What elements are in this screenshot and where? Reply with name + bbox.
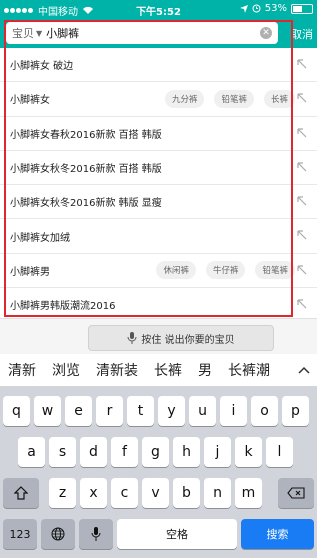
alarm-icon [252,4,261,13]
battery-icon [291,3,313,14]
key-l[interactable]: l [266,437,293,467]
shift-key[interactable] [3,478,39,508]
key-x[interactable]: x [80,478,107,508]
suggestion-text[interactable]: 小脚裤女 [0,91,165,106]
suggestion-text[interactable]: 小脚裤女春秋2016新款 百搭 韩版 [0,126,317,141]
search-bar: 宝贝 ▼ 小脚裤 ✕ 取消 [0,18,317,48]
key-u[interactable]: u [189,396,216,426]
fill-arrow-icon[interactable] [295,297,309,311]
key-q[interactable]: q [3,396,30,426]
key-n[interactable]: n [204,478,231,508]
candidate-bar: 清新 浏览 清新装 长裤 男 长裤潮 [0,354,317,387]
suggestion-tag[interactable]: 九分裤 [164,89,205,108]
key-o[interactable]: o [251,396,278,426]
fill-arrow-icon[interactable] [295,91,309,105]
suggestion-tag[interactable]: 铅笔裤 [255,261,295,280]
key-m[interactable]: m [235,478,262,508]
suggestion-list: 小脚裤女 破边 小脚裤女 九分裤 铅笔裤 长裤 小脚裤女春秋2016新款 百搭 … [0,48,317,323]
search-key[interactable]: 搜索 [241,519,314,549]
key-w[interactable]: w [34,396,61,426]
fill-arrow-icon[interactable] [295,160,309,174]
globe-key[interactable] [41,519,75,549]
fill-arrow-icon[interactable] [295,126,309,140]
key-j[interactable]: j [204,437,231,467]
suggestion-row[interactable]: 小脚裤女 破边 [0,48,317,83]
suggestion-text[interactable]: 小脚裤女加绒 [0,229,317,244]
key-r[interactable]: r [96,396,123,426]
suggestion-row[interactable]: 小脚裤女 九分裤 铅笔裤 长裤 [0,82,317,117]
suggestion-text[interactable]: 小脚裤女秋冬2016新款 百搭 韩版 [0,160,317,175]
fill-arrow-icon[interactable] [295,228,309,242]
status-bar: 中国移动 下午5:52 53% [0,0,317,18]
battery-percent: 53% [264,3,287,14]
suggestion-text[interactable]: 小脚裤男韩版潮流2016 [0,297,317,312]
fill-arrow-icon[interactable] [295,194,309,208]
fill-arrow-icon[interactable] [295,263,309,277]
shift-icon [14,486,28,500]
search-scope-selector[interactable]: 宝贝 [12,25,34,41]
suggestion-row[interactable]: 小脚裤女秋冬2016新款 韩版 显瘦 [0,185,317,220]
key-k[interactable]: k [235,437,262,467]
key-y[interactable]: y [158,396,185,426]
suggestion-text[interactable]: 小脚裤女秋冬2016新款 韩版 显瘦 [0,194,317,209]
chevron-down-icon[interactable]: ▼ [36,29,42,38]
key-t[interactable]: t [127,396,154,426]
suggestion-row[interactable]: 小脚裤女秋冬2016新款 百搭 韩版 [0,151,317,186]
suggestion-tag[interactable]: 铅笔裤 [214,89,254,108]
microphone-icon [91,527,101,541]
voice-search-button[interactable]: 按住 说出你要的宝贝 [88,325,274,351]
key-e[interactable]: e [65,396,92,426]
candidate-word[interactable]: 清新 [0,360,44,380]
clear-icon[interactable]: ✕ [260,27,272,39]
candidate-word[interactable]: 清新装 [88,360,146,380]
key-f[interactable]: f [111,437,138,467]
backspace-key[interactable] [278,478,314,508]
suggestion-row[interactable]: 小脚裤男 休闲裤 牛仔裤 铅笔裤 [0,254,317,289]
key-z[interactable]: z [49,478,76,508]
location-icon [239,4,248,13]
suggestion-text[interactable]: 小脚裤男 [0,263,156,278]
suggestion-row[interactable]: 小脚裤女加绒 [0,219,317,254]
search-input[interactable]: 宝贝 ▼ 小脚裤 ✕ [6,22,278,44]
key-a[interactable]: a [18,437,45,467]
key-g[interactable]: g [142,437,169,467]
dictation-key[interactable] [79,519,113,549]
number-mode-key[interactable]: 123 [3,519,37,549]
fill-arrow-icon[interactable] [295,57,309,71]
key-s[interactable]: s [49,437,76,467]
microphone-icon [127,332,137,344]
globe-icon [51,527,65,541]
key-c[interactable]: c [111,478,138,508]
candidate-word[interactable]: 男 [190,360,220,380]
suggestion-tag[interactable]: 休闲裤 [156,261,196,280]
keyboard: q w e r t y u i o p a s d f g h j k l z … [0,386,317,558]
backspace-icon [287,487,305,499]
voice-search-label: 按住 说出你要的宝贝 [141,334,235,346]
candidate-word[interactable]: 长裤 [146,360,190,380]
suggestion-tag[interactable]: 牛仔裤 [205,261,246,280]
suggestion-text[interactable]: 小脚裤女 破边 [0,57,317,72]
key-i[interactable]: i [220,396,247,426]
suggestion-row[interactable]: 小脚裤女春秋2016新款 百搭 韩版 [0,117,317,151]
key-h[interactable]: h [173,437,200,467]
candidate-word[interactable]: 浏览 [44,360,88,380]
search-query-text[interactable]: 小脚裤 [46,25,260,41]
cancel-button[interactable]: 取消 [291,26,313,42]
space-key[interactable]: 空格 [117,519,237,549]
chevron-up-icon[interactable] [291,354,317,386]
key-p[interactable]: p [282,396,309,426]
key-b[interactable]: b [173,478,200,508]
suggestion-tag[interactable]: 长裤 [263,89,295,108]
candidate-word[interactable]: 长裤潮 [220,360,278,380]
key-v[interactable]: v [142,478,169,508]
voice-bar: 按住 说出你要的宝贝 [0,318,317,355]
key-d[interactable]: d [80,437,107,467]
